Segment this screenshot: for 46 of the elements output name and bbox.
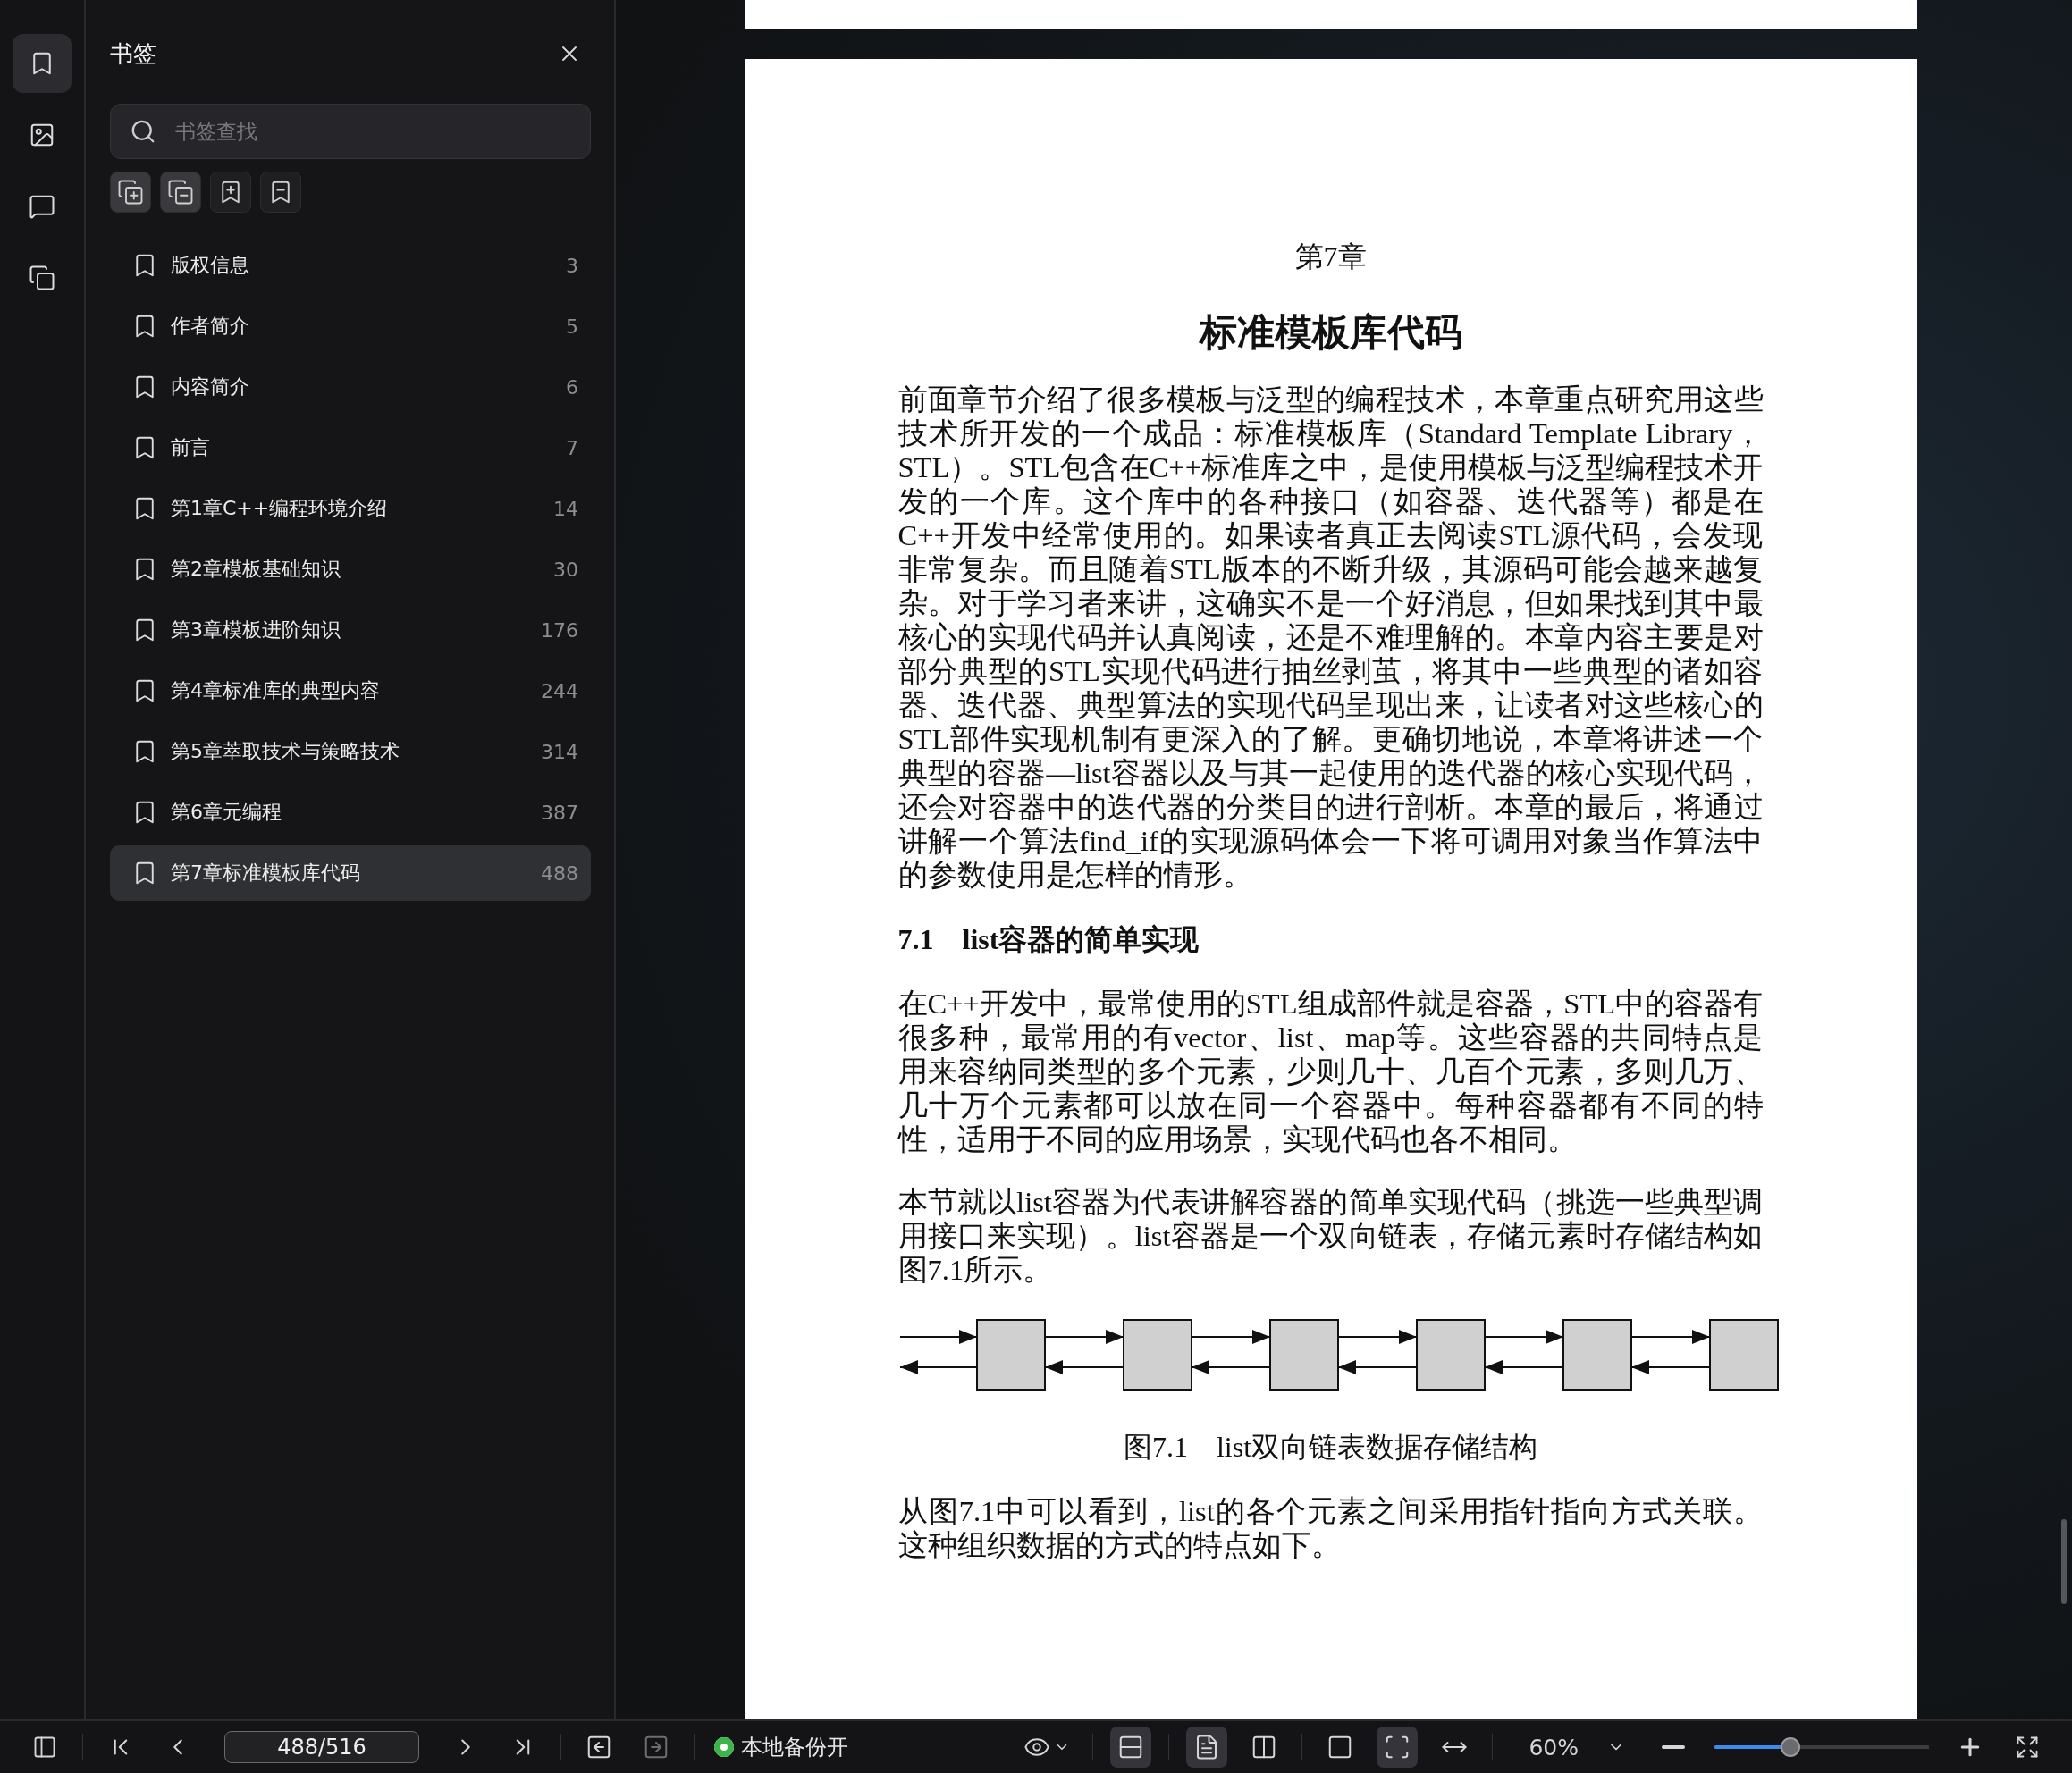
bookmark-label: 作者简介 [171,314,250,339]
bookmark-item[interactable]: 第6章元编程 387 [110,785,591,840]
bookmark-item[interactable]: 第2章模板基础知识 30 [110,542,591,597]
bookmark-label: 第1章C++编程环境介绍 [171,496,389,521]
paragraph: 前面章节介绍了很多模板与泛型的编程技术，本章重点研究用这些技术所开发的一个成品：标准模板库（Standard Template Library，STL）。STL包含在C++标准库之中，是使用模板与泛型编程技术开发的一个库。这个库中的各种接口（如容器、迭代器等）都是在C++开发中经常使用的。如果读者真正去阅读STL源代码，会发现非常复杂。而且随着STL版本的不断升级，其源码可能会越来越复杂。对于学习者来讲，这确实不是一个好消息，但如果找到其中最核心的实现代码并认真阅读，还是不难理解的。本章内容主要是对部分典型的STL实现代码进行抽丝剥茧，将其中一些典型的诸如容器、迭代器、典型算法的实现代码呈现出来，让读者对这些核心的STL部件实现机制有更深入的了解。更确切地说，本章将讲述一个典型的容器—list容器以及与其一起使用的迭代器的核心实现代码，还会对容器中的迭代器的分类目的进行剖析。本章的最后，将通过讲解一个算法find_if的实现源码体会一下将可调用对象当作算法中的参数使用是怎样的情形。 [897,382,1764,892]
page-number: 488 [541,861,578,885]
page-number: 244 [541,679,578,702]
bookmark-item[interactable]: 第5章萃取技术与策略技术 314 [110,724,591,779]
bookmark-item[interactable]: 第7章标准模板库代码 488 [110,845,591,901]
bookmark-item[interactable]: 版权信息 3 [110,238,591,293]
chapter-number: 第7章 [1293,239,1368,274]
bookmark-label: 第2章模板基础知识 [171,557,341,582]
page-number: 3 [566,254,578,277]
page-number: 314 [541,740,578,763]
chapter-title: 标准模板库代码 [1198,311,1463,355]
bookmark-item[interactable]: 内容简介 6 [110,359,591,415]
bookmark-label: 第6章元编程 [171,800,282,825]
backup-status: 本地备份开 [741,1734,848,1761]
page-number: 176 [541,618,578,642]
zoom-value: 60% [1529,1734,1579,1760]
bookmark-item[interactable]: 作者简介 5 [110,298,591,354]
search-field[interactable]: 书签查找 [110,104,591,159]
bookmark-item[interactable]: 第1章C++编程环境介绍 14 [110,481,591,536]
paragraph: 本节就以list容器为代表讲解容器的简单实现代码（挑选一些典型调用接口来实现）。list容器是一个双向链表，存储元素时存储结构如图7.1所示。 [897,1185,1764,1287]
page-number: 5 [566,315,578,338]
page-number: 387 [541,801,578,824]
paragraph: 在C++开发中，最常使用的STL组成部件就是容器，STL中的容器有很多种，最常用的有vector、list、map等。这些容器的共同特点是用来容纳同类型的多个元素，少则几十、几百个元素，多则几万、几十万个元素都可以放在同一个容器中。每种容器都有不同的特性，适用于不同的应用场景，实现代码也各不相同。 [897,987,1764,1156]
panel-title: 书签 [110,38,156,69]
bookmark-label: 版权信息 [171,253,250,278]
figure-caption: 图7.1 list双向链表数据存储结构 [1122,1430,1539,1465]
section-heading: 7.1 list容器的简单实现 [897,922,1200,957]
paragraph: 从图7.1中可以看到，list的各个元素之间采用指针指向方式关联。这种组织数据的方式的特点如下。 [897,1494,1764,1562]
bookmark-label: 内容简介 [171,374,250,399]
page-number: 14 [553,497,578,520]
bookmark-label: 前言 [171,435,211,460]
bookmark-item[interactable]: 前言 7 [110,420,591,475]
page-number-field[interactable]: 488/516 [224,1731,419,1763]
page-number: 6 [566,375,578,399]
page-number: 30 [553,558,578,581]
bookmark-label: 第5章萃取技术与策略技术 [171,739,400,764]
bookmark-item[interactable]: 第3章模板进阶知识 176 [110,602,591,658]
bookmark-label: 第3章模板进阶知识 [171,618,341,643]
bookmark-label: 第4章标准库的典型内容 [171,678,381,703]
bookmark-label: 第7章标准模板库代码 [171,861,361,886]
page-number: 7 [566,436,578,459]
bookmark-item[interactable]: 第4章标准库的典型内容 244 [110,663,591,718]
